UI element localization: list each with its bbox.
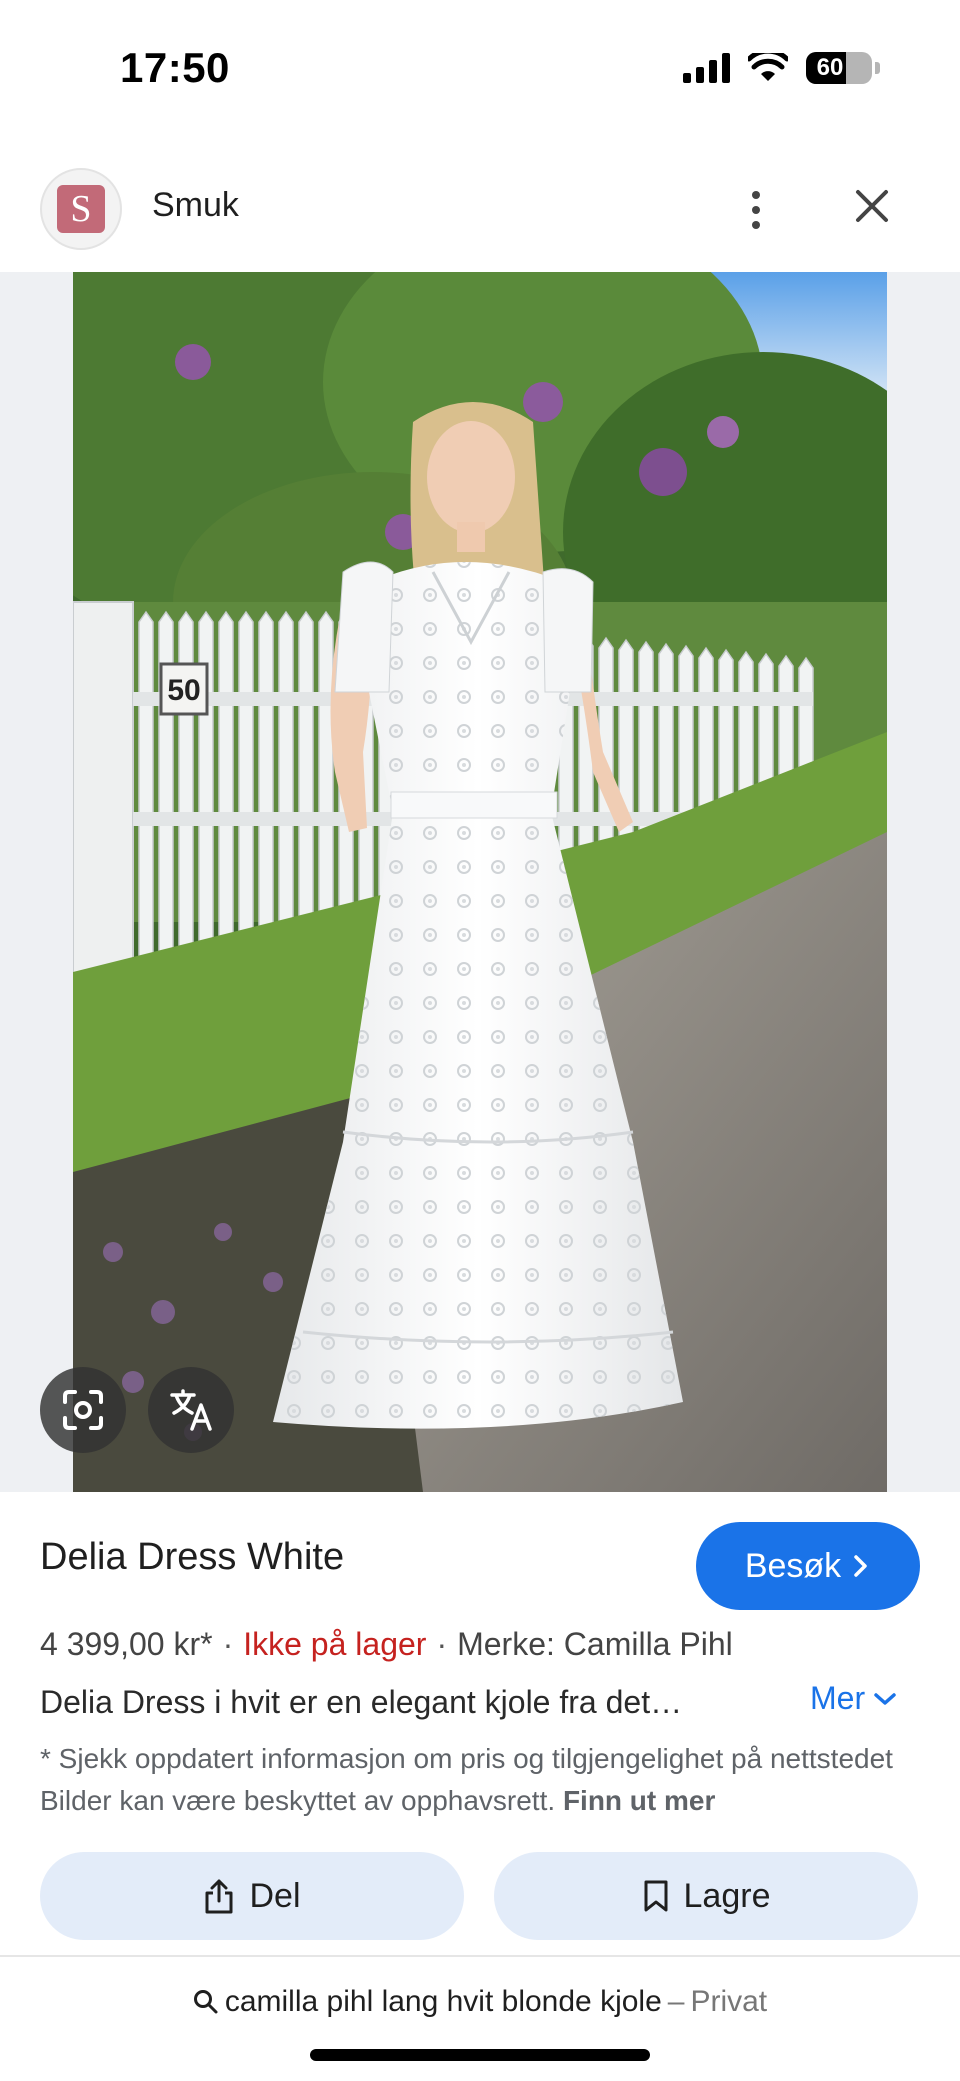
more-label: Mer bbox=[810, 1680, 866, 1716]
home-indicator[interactable] bbox=[310, 2049, 650, 2061]
divider bbox=[0, 1955, 960, 1957]
meta-separator: · bbox=[222, 1626, 234, 1662]
site-logo[interactable]: S bbox=[40, 168, 122, 250]
site-header: S Smuk bbox=[0, 160, 960, 270]
more-options-button[interactable] bbox=[736, 180, 776, 240]
visit-button[interactable]: Besøk bbox=[696, 1522, 920, 1610]
battery-level: 60 bbox=[816, 54, 844, 81]
share-icon bbox=[205, 1879, 233, 1914]
more-button[interactable]: Mer bbox=[810, 1680, 897, 1717]
learn-more-link[interactable]: Finn ut mer bbox=[563, 1785, 715, 1816]
product-title: Delia Dress White bbox=[40, 1536, 345, 1578]
status-time: 17:50 bbox=[120, 44, 230, 91]
wifi-icon bbox=[748, 53, 788, 81]
stock-status: Ikke på lager bbox=[243, 1626, 427, 1662]
site-logo-letter: S bbox=[57, 185, 105, 233]
chevron-down-icon bbox=[874, 1692, 896, 1705]
search-mode: Privat bbox=[690, 1985, 768, 2018]
product-brand: Merke: Camilla Pihl bbox=[457, 1626, 733, 1662]
share-label: Del bbox=[249, 1876, 301, 1915]
bookmark-icon bbox=[644, 1880, 668, 1912]
search-separator: – bbox=[667, 1985, 685, 2018]
search-icon bbox=[193, 1990, 218, 2014]
chevron-right-icon bbox=[854, 1555, 867, 1577]
lens-button[interactable] bbox=[40, 1367, 126, 1453]
status-icons: 60 bbox=[683, 52, 880, 84]
product-description: Delia Dress i hvit er en elegant kjole f… bbox=[40, 1684, 683, 1720]
search-query: camilla pihl lang hvit blonde kjole bbox=[224, 1985, 662, 2018]
action-row: Del Lagre bbox=[40, 1852, 920, 1940]
disclaimer-text: * Sjekk oppdatert informasjon om pris og… bbox=[40, 1743, 893, 1816]
lens-icon bbox=[63, 1390, 103, 1430]
product-photo[interactable]: 50 bbox=[73, 272, 887, 1492]
signal-icon bbox=[683, 53, 730, 83]
search-bar[interactable]: camilla pihl lang hvit blonde kjole – Pr… bbox=[0, 1985, 960, 2019]
battery-icon: 60 bbox=[806, 52, 880, 84]
share-button[interactable]: Del bbox=[40, 1852, 464, 1940]
product-price: 4 399,00 kr* bbox=[40, 1626, 213, 1662]
visit-button-label: Besøk bbox=[744, 1546, 842, 1585]
status-bar: 17:50 60 bbox=[0, 0, 960, 140]
site-name[interactable]: Smuk bbox=[152, 186, 239, 225]
disclaimer: * Sjekk oppdatert informasjon om pris og… bbox=[40, 1738, 920, 1822]
product-meta: 4 399,00 kr* · Ikke på lager · Merke: Camill… bbox=[40, 1626, 733, 1663]
translate-button[interactable] bbox=[148, 1367, 234, 1453]
image-viewer: 50 bbox=[0, 272, 960, 1492]
save-label: Lagre bbox=[683, 1876, 771, 1915]
close-icon[interactable] bbox=[848, 182, 896, 230]
save-button[interactable]: Lagre bbox=[494, 1852, 918, 1940]
translate-icon bbox=[170, 1389, 212, 1431]
house-number: 50 bbox=[167, 674, 200, 707]
more-vert-icon bbox=[752, 191, 760, 199]
meta-separator: · bbox=[436, 1626, 448, 1662]
